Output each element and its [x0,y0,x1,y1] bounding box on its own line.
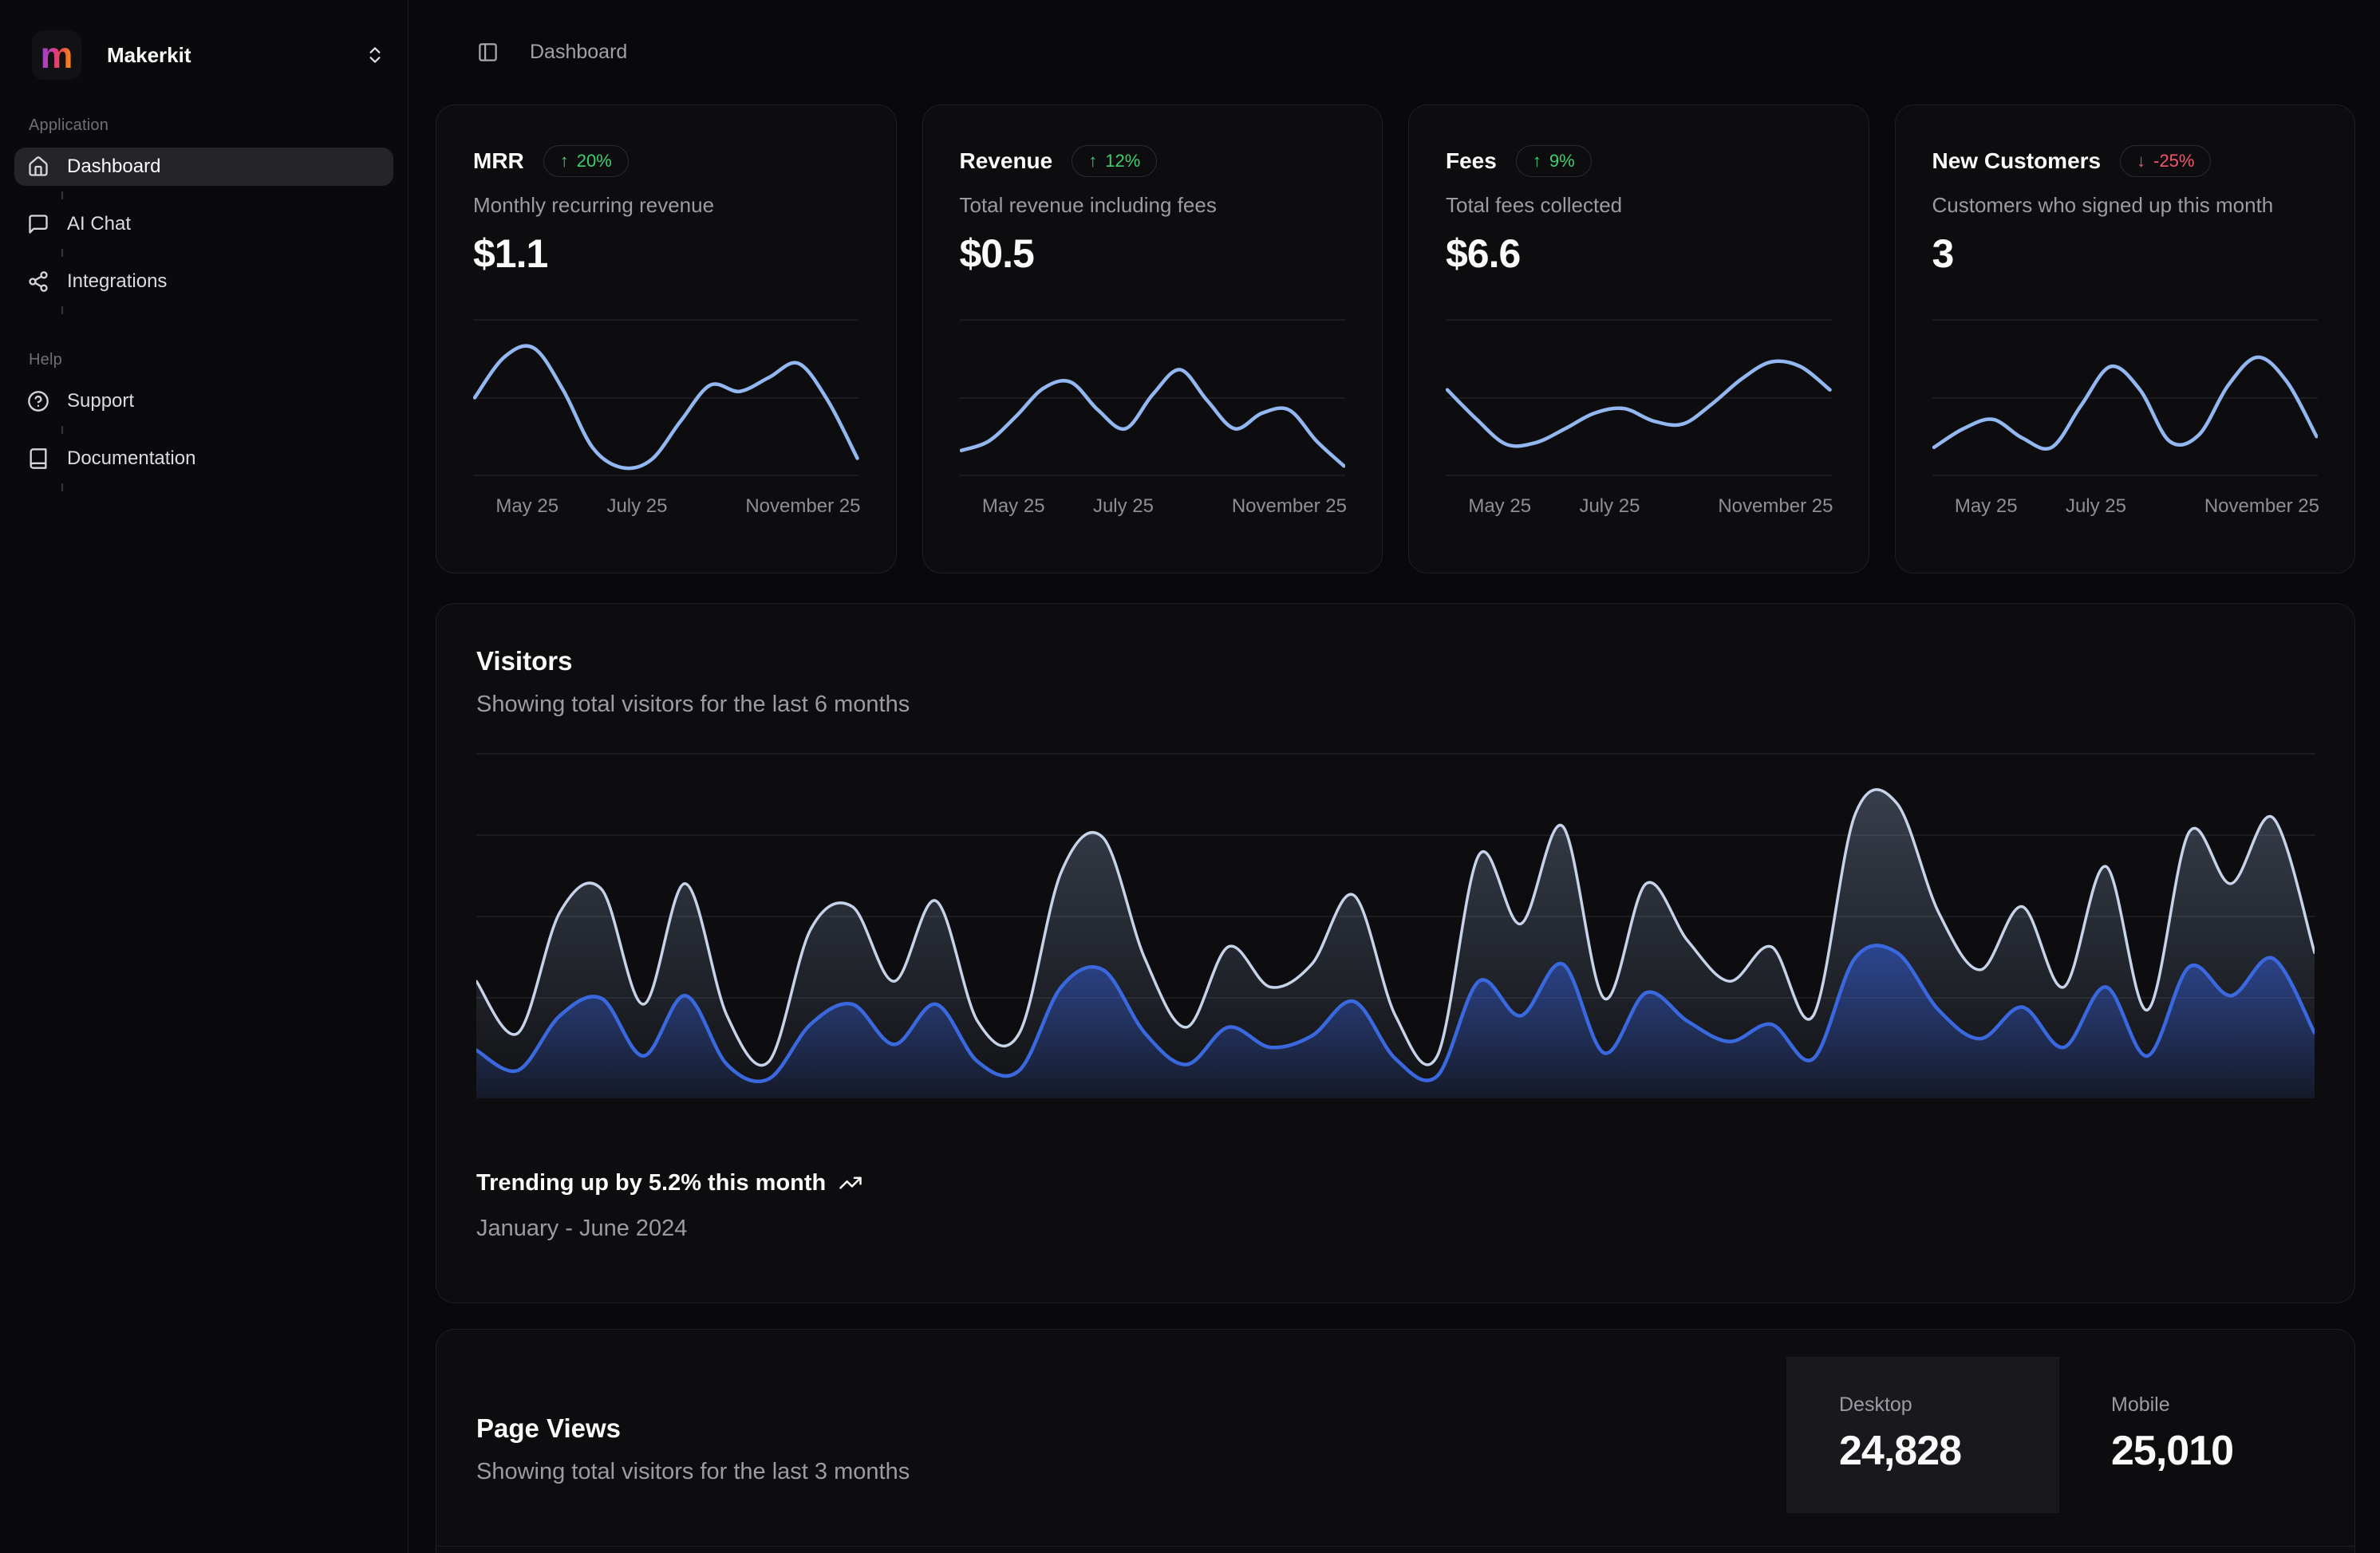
nav-divider [61,483,63,491]
makerkit-logo: m [32,30,81,80]
x-axis-tick: July 25 [1093,495,1154,518]
stat-value: $1.1 [473,233,859,274]
visitors-subtitle: Showing total visitors for the last 6 mo… [476,690,2315,719]
sidebar: m Makerkit Application Dashboard AI Chat… [0,0,409,1553]
stat-subtitle: Monthly recurring revenue [473,191,859,219]
nav-divider [61,426,63,434]
desktop-value: 24,828 [1839,1428,2059,1474]
x-axis-tick: May 25 [982,495,1045,518]
sidebar-item-label: Integrations [67,270,167,293]
stat-title: Fees [1446,148,1497,174]
stat-value: $6.6 [1446,233,1832,274]
stat-subtitle: Total fees collected [1446,191,1832,219]
visitors-title: Visitors [476,644,2315,679]
arrow-down-icon: ↓ [2137,151,2145,171]
arrow-up-icon: ↑ [1533,151,1541,171]
mobile-value: 25,010 [2111,1428,2323,1474]
visitors-period: January - June 2024 [476,1214,2315,1243]
nav-divider [61,191,63,199]
main-content: Dashboard MRR ↑ 20% Monthly recurring re… [409,0,2380,1553]
x-axis-tick: November 25 [745,495,860,518]
stat-subtitle: Customers who signed up this month [1932,191,2319,219]
desktop-label: Desktop [1839,1393,2059,1417]
nav-divider [61,249,63,257]
sidebar-item-documentation[interactable]: Documentation [14,439,393,478]
sidebar-section-application: Application [29,116,393,135]
visitors-trend-text: Trending up by 5.2% this month [476,1168,826,1198]
trend-badge: ↑ 20% [543,145,629,177]
desktop-toggle[interactable]: Desktop 24,828 [1786,1357,2059,1513]
stat-card-new-customers: New Customers ↓ -25% Customers who signe… [1895,104,2356,574]
stat-value: $0.5 [960,233,1346,274]
share-icon [27,270,49,293]
x-axis-tick: November 25 [2204,495,2319,518]
topbar: Dashboard [436,0,2355,104]
chevrons-up-down-icon [365,45,385,65]
x-axis-tick: May 25 [1955,495,2018,518]
help-circle-icon [27,390,49,412]
sidebar-item-support[interactable]: Support [14,382,393,420]
sparkline-chart: May 25 July 25 November 25 [1932,317,2319,519]
stat-card-revenue: Revenue ↑ 12% Total revenue including fe… [922,104,1383,574]
book-icon [27,447,49,470]
stat-value: 3 [1932,233,2319,274]
sidebar-section-help: Help [29,351,393,369]
sidebar-item-label: Documentation [67,447,195,470]
breadcrumb: Dashboard [530,41,627,64]
sidebar-item-label: AI Chat [67,213,131,235]
arrow-up-icon: ↑ [1088,151,1097,171]
page-views-card: Page Views Showing total visitors for th… [436,1329,2355,1553]
sidebar-item-ai-chat[interactable]: AI Chat [14,205,393,243]
x-axis-tick: May 25 [495,495,558,518]
brand-name: Makerkit [107,43,339,68]
arrow-up-icon: ↑ [560,151,569,171]
sidebar-toggle-button[interactable] [477,41,499,63]
trend-badge: ↑ 12% [1072,145,1157,177]
trend-badge: ↑ 9% [1516,145,1592,177]
trending-up-icon [839,1171,862,1195]
chat-icon [27,213,49,235]
x-axis-tick: July 25 [606,495,667,518]
stat-title: MRR [473,148,524,174]
sidebar-item-integrations[interactable]: Integrations [14,262,393,301]
x-axis-tick: November 25 [1232,495,1347,518]
stat-title: New Customers [1932,148,2102,174]
x-axis-tick: May 25 [1468,495,1531,518]
page-views-subtitle: Showing total visitors for the last 3 mo… [476,1457,910,1486]
visitors-area-chart [476,747,2315,1098]
nav-divider [61,306,63,314]
stat-title: Revenue [960,148,1053,174]
visitors-card: Visitors Showing total visitors for the … [436,603,2355,1303]
stat-cards-row: MRR ↑ 20% Monthly recurring revenue $1.1… [436,104,2355,574]
sparkline-chart: May 25 July 25 November 25 [473,317,859,519]
workspace-switcher[interactable]: m Makerkit [14,30,393,80]
mobile-toggle[interactable]: Mobile 25,010 [2059,1357,2323,1513]
home-icon [27,156,49,178]
sidebar-item-label: Support [67,390,134,412]
trend-badge: ↓ -25% [2120,145,2211,177]
x-axis-tick: July 25 [2066,495,2126,518]
stat-subtitle: Total revenue including fees [960,191,1346,219]
sparkline-chart: May 25 July 25 November 25 [1446,317,1832,519]
sidebar-item-dashboard[interactable]: Dashboard [14,148,393,186]
x-axis-tick: July 25 [1579,495,1640,518]
sidebar-item-label: Dashboard [67,156,160,178]
page-views-toggles: Desktop 24,828 Mobile 25,010 [1786,1357,2323,1513]
stat-card-mrr: MRR ↑ 20% Monthly recurring revenue $1.1… [436,104,897,574]
mobile-label: Mobile [2111,1393,2323,1417]
sparkline-chart: May 25 July 25 November 25 [960,317,1346,519]
page-views-title: Page Views [476,1411,910,1446]
x-axis-tick: November 25 [1718,495,1833,518]
stat-card-fees: Fees ↑ 9% Total fees collected $6.6 May … [1408,104,1869,574]
